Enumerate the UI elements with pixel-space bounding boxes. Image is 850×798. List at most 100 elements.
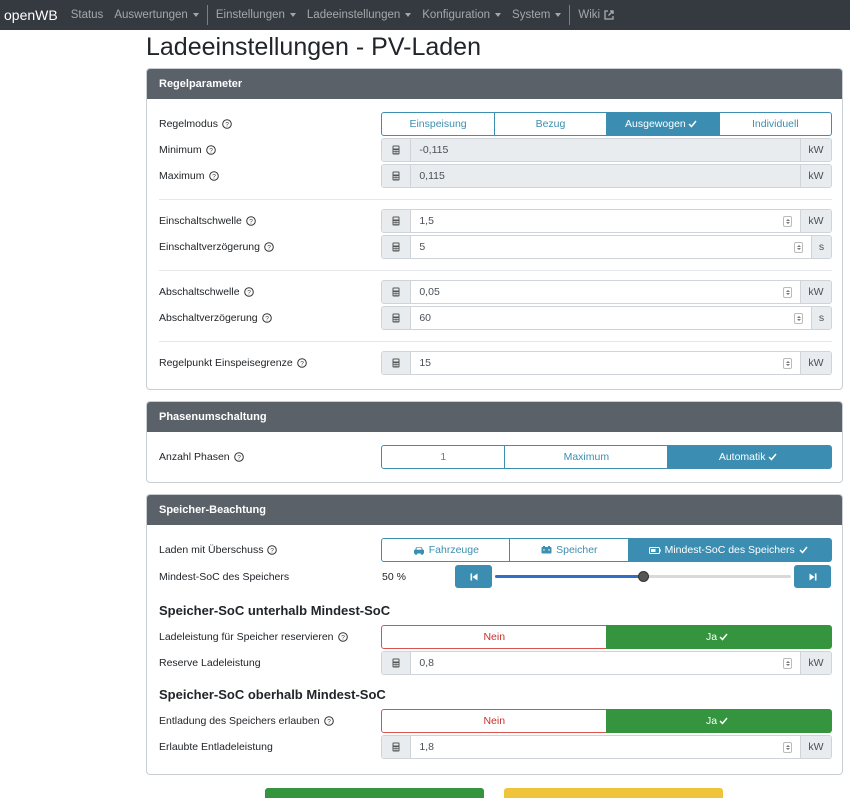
divider bbox=[159, 199, 832, 200]
input-value: 0,8 bbox=[419, 657, 434, 669]
label-mindest-soc: Mindest-SoC des Speichers bbox=[159, 570, 290, 583]
brand-logo[interactable]: openWB bbox=[4, 7, 58, 23]
label-abschaltverzoegerung: Abschaltverzögerung? bbox=[159, 312, 381, 324]
spinner-icon[interactable] bbox=[783, 216, 792, 227]
regelmodus-button-group: Einspeisung Bezug Ausgewogen Individuell bbox=[381, 112, 833, 136]
help-icon[interactable]: ? bbox=[267, 545, 278, 555]
spinner-icon[interactable] bbox=[794, 313, 803, 324]
help-icon[interactable]: ? bbox=[246, 216, 256, 226]
check-icon bbox=[719, 717, 728, 725]
slider-min-button[interactable] bbox=[455, 565, 492, 588]
button-label: Mindest-SoC des Speichers bbox=[664, 544, 795, 556]
label-regelmodus: Regelmodus? bbox=[159, 118, 381, 130]
row-maximum: Maximum? 0,115 kW bbox=[159, 164, 832, 188]
entladung-erlauben-toggle: Nein Ja bbox=[381, 709, 832, 733]
label-abschaltschwelle: Abschaltschwelle? bbox=[159, 286, 381, 298]
reservieren-ja-button[interactable]: Ja bbox=[606, 625, 832, 649]
label-text: Anzahl Phasen bbox=[159, 451, 230, 463]
help-icon[interactable]: ? bbox=[264, 242, 274, 252]
help-icon[interactable]: ? bbox=[323, 716, 334, 726]
caret-down-icon bbox=[289, 13, 296, 17]
spinner-icon[interactable] bbox=[783, 287, 792, 298]
label-laden-ueberschuss: Laden mit Überschuss? bbox=[159, 544, 381, 556]
page-title: Ladeeinstellungen - PV-Laden bbox=[146, 33, 481, 61]
help-icon[interactable]: ? bbox=[233, 452, 244, 462]
label-text: Einschaltverzögerung bbox=[159, 241, 260, 253]
label-einschaltverzoegerung: Einschaltverzögerung? bbox=[159, 241, 381, 253]
label-text: Maximum bbox=[159, 170, 205, 182]
save-button[interactable] bbox=[265, 788, 484, 798]
unit-label: s bbox=[811, 307, 831, 329]
regelmodus-bezug-button[interactable]: Bezug bbox=[493, 112, 608, 136]
regelmodus-ausgewogen-button[interactable]: Ausgewogen bbox=[606, 112, 720, 136]
reserve-ladeleistung-input[interactable]: 0,8 bbox=[411, 652, 800, 674]
nav-status[interactable]: Status bbox=[71, 9, 104, 21]
mindest-soc-button[interactable]: Mindest-SoC des Speichers bbox=[628, 538, 832, 562]
mindest-soc-value: 50 % bbox=[382, 570, 406, 583]
spinner-icon[interactable] bbox=[783, 358, 792, 369]
abschaltschwelle-input[interactable]: 0,05 bbox=[411, 281, 800, 303]
help-icon[interactable]: ? bbox=[337, 632, 348, 642]
slider-max-button[interactable] bbox=[794, 565, 831, 588]
input-value: 1,8 bbox=[419, 741, 434, 753]
einschaltschwelle-input[interactable]: 1,5 bbox=[411, 210, 800, 232]
row-regelpunkt: Regelpunkt Einspeisegrenze? 15 kW bbox=[159, 351, 832, 375]
maximum-input: 0,115 bbox=[411, 165, 800, 187]
nav-konfiguration[interactable]: Konfiguration bbox=[422, 9, 502, 21]
phasen-1-button[interactable]: 1 bbox=[381, 445, 506, 469]
nav-system-label: System bbox=[512, 9, 551, 21]
help-icon[interactable]: ? bbox=[243, 287, 254, 297]
mindest-soc-slider[interactable] bbox=[492, 565, 794, 588]
battery-half-icon bbox=[648, 546, 661, 554]
nav-einstellungen[interactable]: Einstellungen bbox=[216, 9, 296, 21]
nav-auswertungen[interactable]: Auswertungen bbox=[114, 9, 199, 21]
svg-text:?: ? bbox=[212, 173, 216, 180]
nav-system[interactable]: System bbox=[512, 9, 562, 21]
speicher-button[interactable]: Speicher bbox=[509, 538, 630, 562]
help-icon[interactable]: ? bbox=[208, 171, 219, 181]
button-label: Ausgewogen bbox=[625, 118, 686, 130]
caret-down-icon bbox=[555, 13, 562, 17]
regelmodus-einspeisung-button[interactable]: Einspeisung bbox=[381, 112, 495, 136]
calculator-icon bbox=[382, 352, 412, 374]
button-label: Speicher bbox=[556, 544, 598, 556]
abschaltverzoegerung-input-group: 60 s bbox=[381, 306, 832, 330]
nav-wiki[interactable]: Wiki bbox=[578, 9, 614, 21]
nav-ladeeinstellungen[interactable]: Ladeeinstellungen bbox=[307, 9, 412, 21]
help-icon[interactable]: ? bbox=[222, 119, 232, 129]
row-erlaubte-entladeleistung: Erlaubte Entladeleistung 1,8 kW bbox=[159, 735, 832, 759]
einschaltverzoegerung-input[interactable]: 5 bbox=[411, 236, 811, 258]
abschaltverzoegerung-input[interactable]: 60 bbox=[411, 307, 811, 329]
spinner-icon[interactable] bbox=[783, 658, 792, 669]
label-minimum: Minimum? bbox=[159, 144, 381, 156]
spinner-icon[interactable] bbox=[783, 742, 792, 753]
entladung-nein-button[interactable]: Nein bbox=[381, 709, 608, 733]
erlaubte-entladeleistung-input[interactable]: 1,8 bbox=[411, 736, 800, 758]
phasen-maximum-button[interactable]: Maximum bbox=[504, 445, 669, 469]
button-label: Ja bbox=[706, 715, 718, 727]
help-icon[interactable]: ? bbox=[261, 313, 272, 323]
svg-text:?: ? bbox=[225, 121, 229, 128]
reservieren-nein-button[interactable]: Nein bbox=[381, 625, 608, 649]
regelmodus-individuell-button[interactable]: Individuell bbox=[718, 112, 833, 136]
label-text: Entladung des Speichers erlauben bbox=[159, 715, 320, 727]
maximum-input-group: 0,115 kW bbox=[381, 164, 832, 188]
check-icon bbox=[688, 120, 697, 128]
card-header-phasenumschaltung: Phasenumschaltung bbox=[147, 402, 842, 432]
regelpunkt-input[interactable]: 15 bbox=[411, 352, 800, 374]
label-text: Minimum bbox=[159, 144, 202, 156]
help-icon[interactable]: ? bbox=[296, 358, 307, 368]
label-text: Regelpunkt Einspeisegrenze bbox=[159, 357, 293, 369]
row-abschaltschwelle: Abschaltschwelle? 0,05 kW bbox=[159, 280, 832, 304]
phasen-automatik-button[interactable]: Automatik bbox=[667, 445, 832, 469]
spinner-icon[interactable] bbox=[794, 242, 803, 253]
unit-label: kW bbox=[800, 281, 831, 303]
entladung-ja-button[interactable]: Ja bbox=[606, 709, 832, 733]
reset-button[interactable] bbox=[504, 788, 723, 798]
fahrzeuge-button[interactable]: Fahrzeuge bbox=[381, 538, 511, 562]
slider-thumb[interactable] bbox=[638, 571, 649, 582]
check-icon bbox=[719, 633, 728, 641]
input-value: 15 bbox=[419, 357, 432, 369]
anzahl-phasen-button-group: 1 Maximum Automatik bbox=[381, 445, 832, 469]
help-icon[interactable]: ? bbox=[205, 145, 216, 155]
